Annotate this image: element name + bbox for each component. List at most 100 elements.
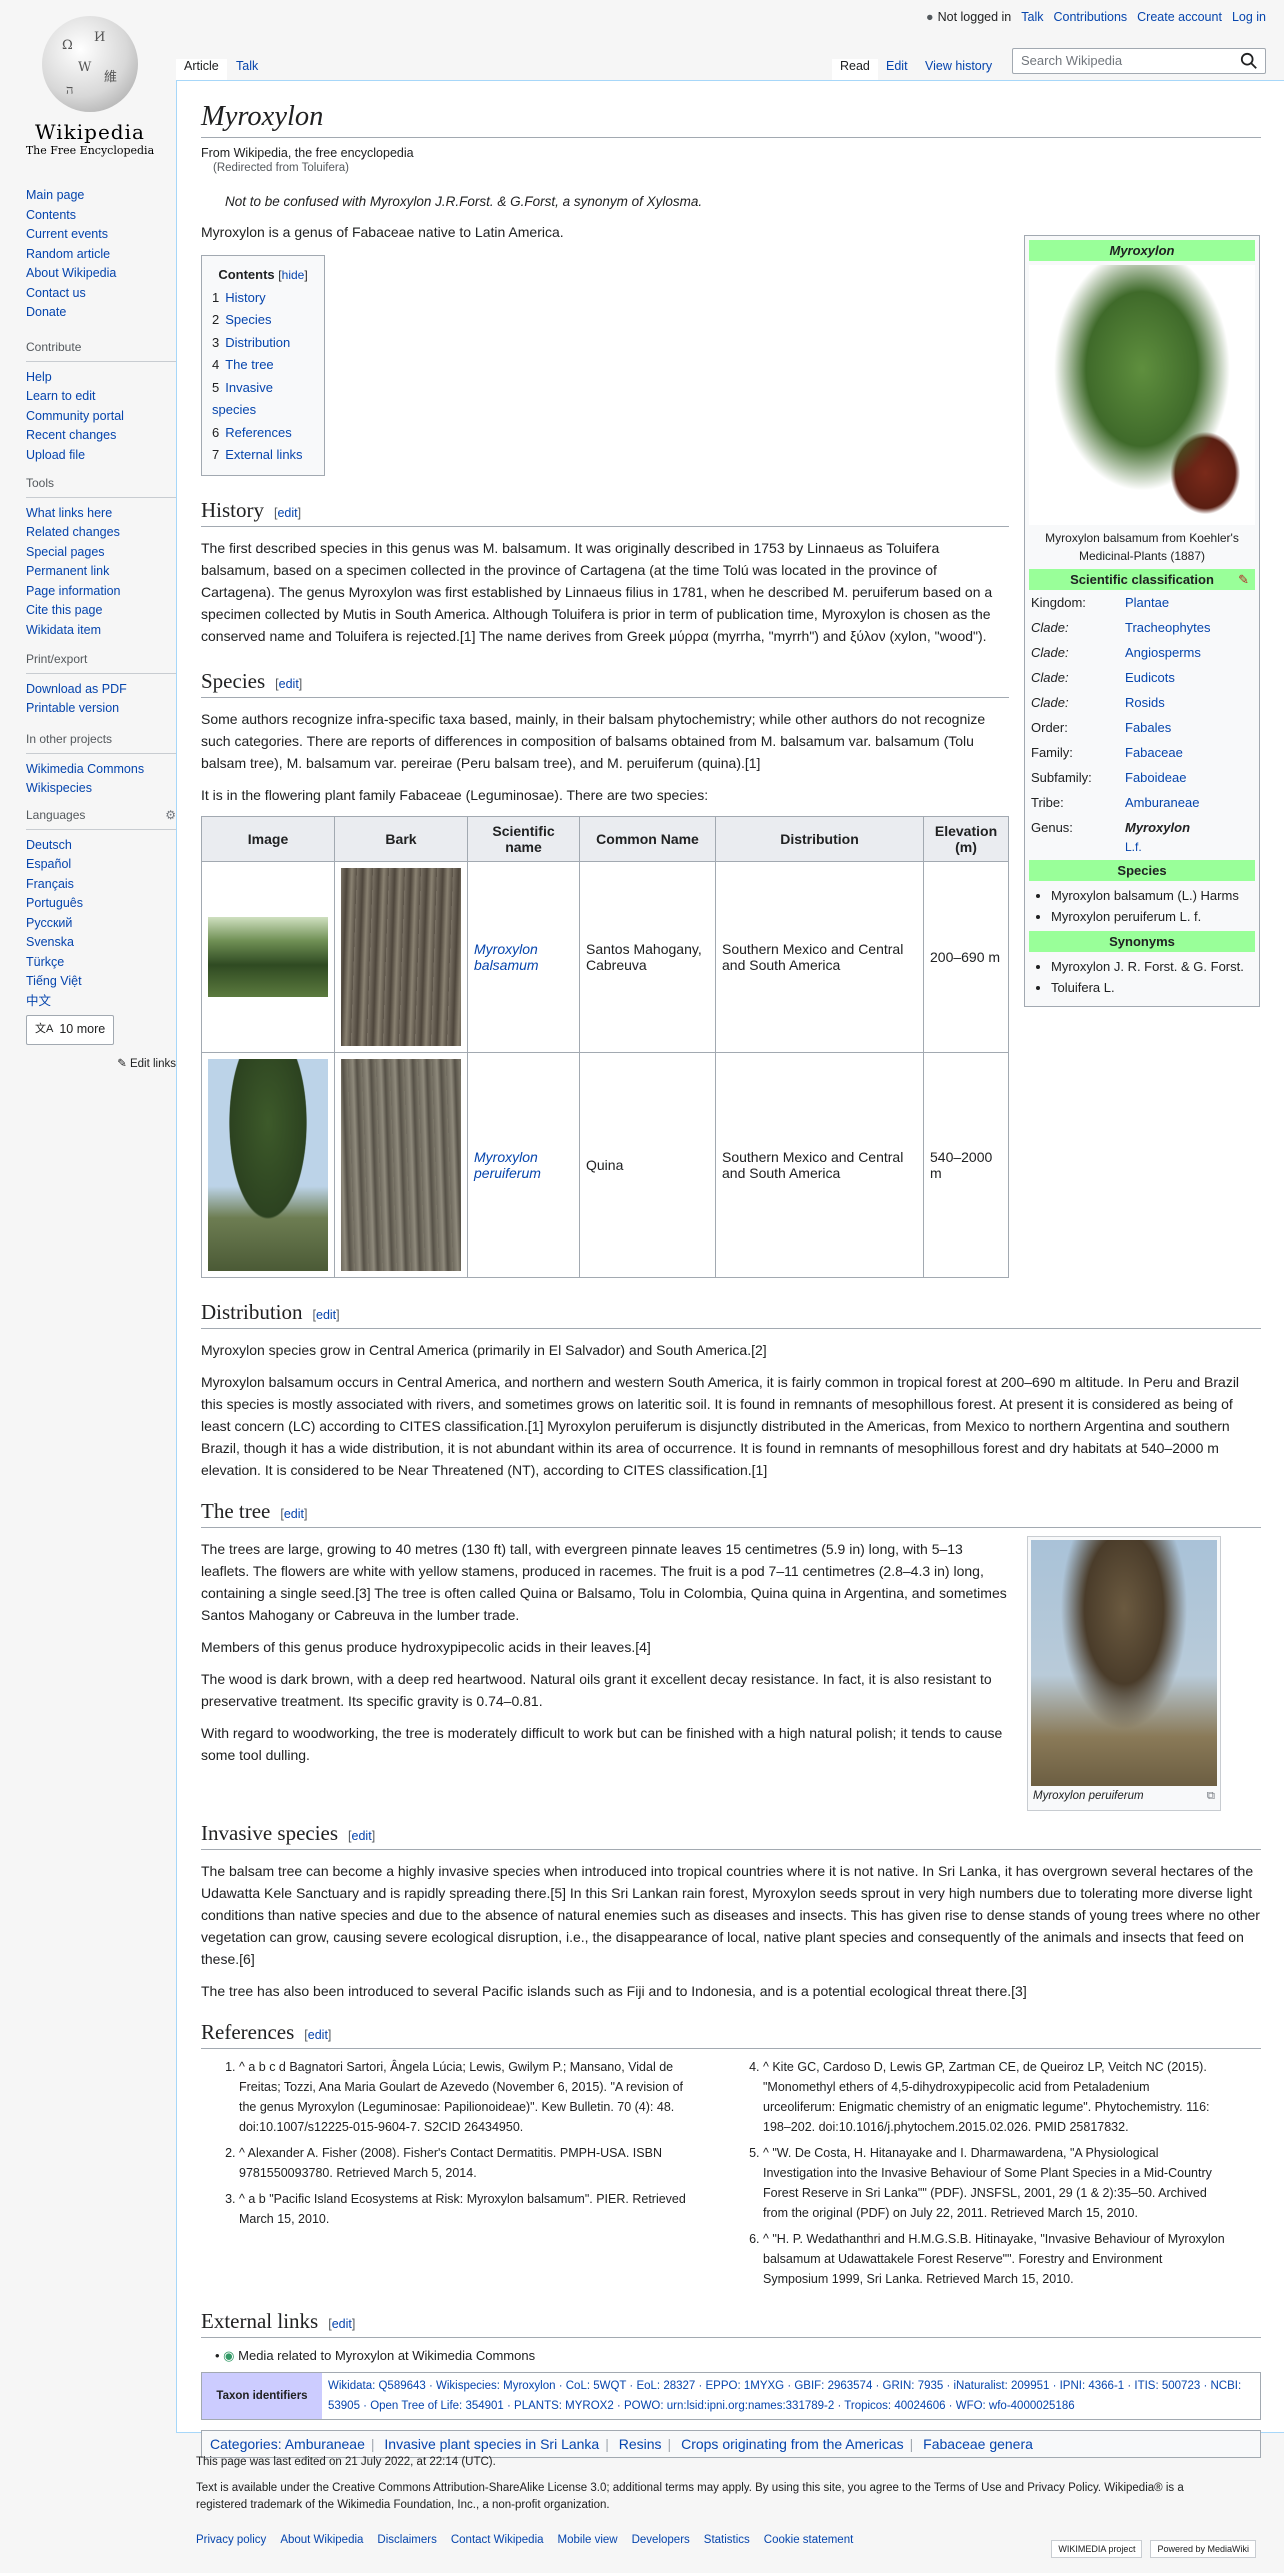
lang-francais[interactable]: Français: [26, 875, 176, 895]
lang-vietnamese[interactable]: Tiếng Việt: [26, 972, 176, 992]
category-link[interactable]: Amburaneae: [285, 2436, 365, 2452]
toc-item[interactable]: 1 History: [212, 287, 314, 310]
talk-link[interactable]: Talk: [1021, 10, 1043, 24]
lang-russian[interactable]: Русский: [26, 914, 176, 934]
infobox-species-item[interactable]: Myroxylon peruiferum L. f.: [1051, 906, 1255, 927]
toc-item[interactable]: 6 References: [212, 422, 314, 445]
wikipedia-logo[interactable]: ΩИ W維 ה Wikipedia The Free Encyclopedia: [20, 10, 160, 157]
sidebar-item-special-pages[interactable]: Special pages: [26, 543, 176, 563]
row-value[interactable]: Plantae: [1125, 593, 1169, 612]
scientific-name-link[interactable]: Myroxylon peruiferum: [467, 1051, 580, 1278]
search-icon[interactable]: [1240, 52, 1258, 70]
footer-link[interactable]: Developers: [632, 2534, 690, 2546]
sidebar-item-related-changes[interactable]: Related changes: [26, 523, 176, 543]
sidebar-item-current-events[interactable]: Current events: [26, 225, 176, 245]
footer-link[interactable]: Privacy policy: [196, 2534, 266, 2546]
tree-photo[interactable]: [1031, 1539, 1217, 1786]
toc-item[interactable]: 2 Species: [212, 309, 314, 332]
lang-turkce[interactable]: Türkçe: [26, 953, 176, 973]
row-value[interactable]: Rosids: [1125, 693, 1165, 712]
edit-tree-link[interactable]: edit: [284, 1507, 304, 1521]
sidebar-item-main-page[interactable]: Main page: [26, 186, 176, 206]
edit-references-link[interactable]: edit: [308, 2028, 328, 2042]
sidebar-item-upload-file[interactable]: Upload file: [26, 446, 176, 466]
footer-link[interactable]: Statistics: [704, 2534, 750, 2546]
lang-svenska[interactable]: Svenska: [26, 933, 176, 953]
tab-article[interactable]: Article: [176, 59, 227, 80]
enlarge-icon[interactable]: ⧉: [1207, 1790, 1215, 1803]
bark-photo[interactable]: [341, 867, 461, 1046]
sidebar-item-donate[interactable]: Donate: [26, 303, 176, 323]
toc-item[interactable]: 3 Distribution: [212, 332, 314, 355]
infobox-species-item[interactable]: Myroxylon balsamum (L.) Harms: [1051, 885, 1255, 906]
edit-external-link[interactable]: edit: [332, 2317, 352, 2331]
wikimedia-badge[interactable]: WIKIMEDIA project: [1051, 2540, 1143, 2558]
row-value[interactable]: Fabaceae: [1125, 743, 1183, 762]
sidebar-item-permanent-link[interactable]: Permanent link: [26, 562, 176, 582]
log-in-link[interactable]: Log in: [1232, 10, 1266, 24]
sidebar-item-download-pdf[interactable]: Download as PDF: [26, 680, 176, 700]
create-account-link[interactable]: Create account: [1137, 10, 1222, 24]
contributions-link[interactable]: Contributions: [1054, 10, 1128, 24]
sidebar-item-page-information[interactable]: Page information: [26, 582, 176, 602]
lang-deutsch[interactable]: Deutsch: [26, 836, 176, 856]
edit-species-link[interactable]: edit: [279, 677, 299, 691]
search-input[interactable]: Search Wikipedia: [1012, 48, 1266, 74]
categories-label[interactable]: Categories:: [210, 2436, 282, 2452]
footer-link[interactable]: Contact Wikipedia: [451, 2534, 544, 2546]
sidebar-item-printable[interactable]: Printable version: [26, 699, 176, 719]
genus-author-link[interactable]: L.f.: [1125, 840, 1142, 854]
lang-chinese[interactable]: 中文: [26, 992, 176, 1012]
more-languages-button[interactable]: 文A 10 more: [26, 1015, 115, 1045]
lang-portugues[interactable]: Português: [26, 894, 176, 914]
edit-links[interactable]: ✎ Edit links: [26, 1055, 176, 1075]
tab-talk[interactable]: Talk: [228, 59, 266, 80]
sidebar-item-wikidata[interactable]: Wikidata item: [26, 621, 176, 641]
category-link[interactable]: Resins: [619, 2436, 662, 2452]
redirect-note[interactable]: (Redirected from Toluifera): [213, 162, 1261, 174]
sidebar-item-help[interactable]: Help: [26, 368, 176, 388]
toc-item[interactable]: 7 External links: [212, 444, 314, 467]
row-value[interactable]: Angiosperms: [1125, 643, 1201, 662]
taxon-values[interactable]: Wikidata: Q589643 · Wikispecies: Myroxyl…: [322, 2373, 1260, 2419]
sidebar-item-wikispecies[interactable]: Wikispecies: [26, 779, 176, 799]
bark-photo[interactable]: [341, 1058, 461, 1271]
lang-espanol[interactable]: Español: [26, 855, 176, 875]
sidebar-item-what-links-here[interactable]: What links here: [26, 504, 176, 524]
footer-link[interactable]: About Wikipedia: [280, 2534, 363, 2546]
infobox-image[interactable]: [1029, 265, 1255, 525]
category-link[interactable]: Crops originating from the Americas: [681, 2436, 904, 2452]
sidebar-item-commons[interactable]: Wikimedia Commons: [26, 760, 176, 780]
edit-distribution-link[interactable]: edit: [316, 1308, 336, 1322]
sidebar-item-contents[interactable]: Contents: [26, 206, 176, 226]
category-link[interactable]: Invasive plant species in Sri Lanka: [384, 2436, 599, 2452]
row-value[interactable]: Amburaneae: [1125, 793, 1199, 812]
toc-hide-link[interactable]: hide: [282, 268, 305, 282]
sidebar-item-community-portal[interactable]: Community portal: [26, 407, 176, 427]
row-value[interactable]: Eudicots: [1125, 668, 1175, 687]
mediawiki-badge[interactable]: Powered by MediaWiki: [1150, 2540, 1256, 2558]
toc-item[interactable]: 5 Invasive species: [212, 377, 314, 422]
row-value[interactable]: Tracheophytes: [1125, 618, 1211, 637]
edit-invasive-link[interactable]: edit: [352, 1829, 372, 1843]
tree-photo[interactable]: [208, 1058, 328, 1271]
tab-view-history[interactable]: View history: [917, 59, 1000, 80]
edit-history-link[interactable]: edit: [277, 506, 297, 520]
footer-link[interactable]: Disclaimers: [377, 2534, 436, 2546]
sidebar-item-cite[interactable]: Cite this page: [26, 601, 176, 621]
scientific-name-link[interactable]: Myroxylon balsamum: [467, 860, 580, 1053]
gear-icon[interactable]: ⚙: [165, 806, 176, 826]
category-link[interactable]: Fabaceae genera: [923, 2436, 1033, 2452]
sidebar-item-random-article[interactable]: Random article: [26, 245, 176, 265]
sidebar-item-about[interactable]: About Wikipedia: [26, 264, 176, 284]
tree-photo[interactable]: [208, 916, 328, 997]
pencil-icon[interactable]: ✎: [1238, 572, 1249, 588]
sidebar-item-recent-changes[interactable]: Recent changes: [26, 426, 176, 446]
row-value[interactable]: Faboideae: [1125, 768, 1186, 787]
footer-link[interactable]: Cookie statement: [764, 2534, 854, 2546]
tab-edit[interactable]: Edit: [878, 59, 916, 80]
footer-link[interactable]: Mobile view: [558, 2534, 618, 2546]
sidebar-item-learn-to-edit[interactable]: Learn to edit: [26, 387, 176, 407]
sidebar-item-contact[interactable]: Contact us: [26, 284, 176, 304]
row-value[interactable]: Fabales: [1125, 718, 1171, 737]
